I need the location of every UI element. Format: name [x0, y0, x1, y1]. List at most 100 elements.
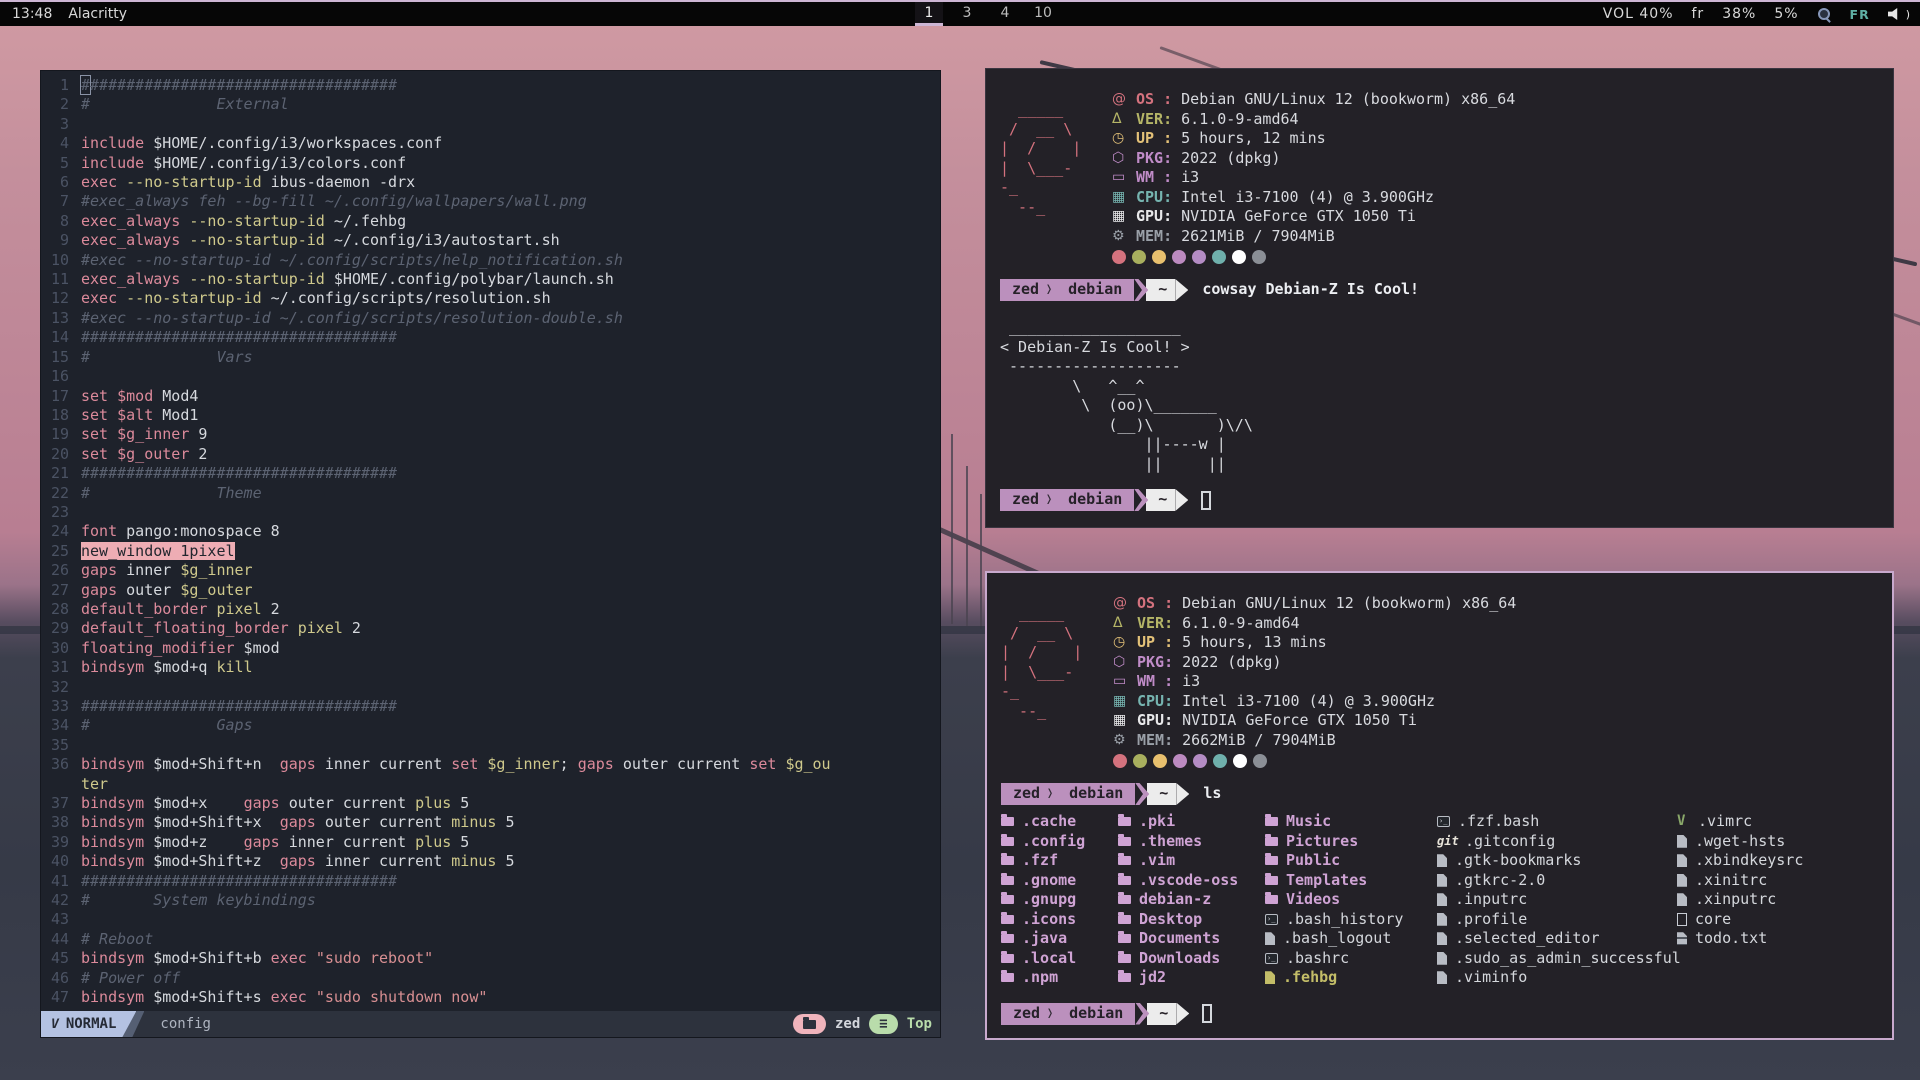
code-line-1[interactable]: 1################################### — [41, 76, 940, 95]
workspace-10[interactable]: 10 — [1029, 2, 1057, 26]
code-line-29[interactable]: 29default_floating_border pixel 2 — [41, 619, 940, 638]
code-line-23[interactable]: 23 — [41, 503, 940, 522]
ls-entry-name: .vimrc — [1698, 812, 1752, 832]
ls-entry-name: todo.txt — [1695, 929, 1767, 949]
code-line-35[interactable]: 35 — [41, 736, 940, 755]
code-line-31[interactable]: 31bindsym $mod+q kill — [41, 658, 940, 677]
code-line-25[interactable]: 25new_window 1pixel — [41, 542, 940, 561]
code-line-16[interactable]: 16 — [41, 367, 940, 386]
line-text: font pango:monospace 8 — [81, 522, 840, 541]
palette-dot — [1172, 250, 1186, 264]
terminal-window-bottom[interactable]: _____ / __ \ | / | | \___- -_ --_@OS : D… — [985, 571, 1894, 1040]
code-line-47[interactable]: 47bindsym $mod+Shift+s exec "sudo shutdo… — [41, 988, 940, 1007]
prompt-row-idle[interactable]: zeddebian~ — [1000, 488, 1893, 512]
code-line-44[interactable]: 44# Reboot — [41, 930, 940, 949]
code-line-12[interactable]: 12exec --no-startup-id ~/.config/scripts… — [41, 289, 940, 308]
line-text — [81, 115, 840, 134]
fetch-row-gpu: ▦GPU: NVIDIA GeForce GTX 1050 Ti — [1112, 207, 1515, 227]
code-line-22[interactable]: 22# Theme — [41, 484, 940, 503]
code-line-37[interactable]: 37bindsym $mod+x gaps outer current plus… — [41, 794, 940, 813]
code-line-34[interactable]: 34# Gaps — [41, 716, 940, 735]
prompt-row-idle[interactable]: zeddebian~ — [1001, 1002, 1892, 1026]
prompt-arrow-tip — [1176, 783, 1189, 805]
line-number: 18 — [41, 406, 81, 425]
line-number: 47 — [41, 988, 81, 1007]
gpu-icon: ▦ — [1112, 207, 1136, 227]
vim-icon: V — [1677, 812, 1690, 832]
line-text: ################################### — [81, 697, 840, 716]
mem-label: MEM: — [1137, 731, 1182, 751]
workspace-3[interactable]: 3 — [953, 2, 981, 26]
terminal-window-top[interactable]: _____ / __ \ | / | | \___- -_ --_@OS : D… — [985, 68, 1894, 528]
code-line-27[interactable]: 27gaps outer $g_outer — [41, 581, 940, 600]
mem-icon: ⚙ — [1113, 731, 1137, 751]
line-text: #exec_always feh --bg-fill ~/.config/wal… — [81, 192, 840, 211]
code-line-8[interactable]: 8exec_always --no-startup-id ~/.fehbg — [41, 212, 940, 231]
code-area[interactable]: 1###################################2# E… — [41, 71, 940, 1011]
code-line-7[interactable]: 7#exec_always feh --bg-fill ~/.config/wa… — [41, 192, 940, 211]
file-icon — [1677, 854, 1687, 867]
code-line-40[interactable]: 40bindsym $mod+Shift+z gaps inner curren… — [41, 852, 940, 871]
line-text: exec_always --no-startup-id $HOME/.confi… — [81, 270, 840, 289]
magnifier-tray-icon[interactable] — [1817, 7, 1832, 22]
editor-statusline: V NORMAL config zed ≡ Top — [41, 1011, 940, 1037]
code-line-21[interactable]: 21################################### — [41, 464, 940, 483]
ls-entry: .config — [1001, 832, 1118, 852]
ls-entry-name: .npm — [1022, 968, 1058, 988]
code-line-20[interactable]: 20set $g_outer 2 — [41, 445, 940, 464]
ls-entry-name: .vim — [1139, 851, 1175, 871]
code-line-38[interactable]: 38bindsym $mod+Shift+x gaps outer curren… — [41, 813, 940, 832]
code-line-45[interactable]: 45bindsym $mod+Shift+b exec "sudo reboot… — [41, 949, 940, 968]
code-line-24[interactable]: 24font pango:monospace 8 — [41, 522, 940, 541]
code-line-15[interactable]: 15# Vars — [41, 348, 940, 367]
workspace-4[interactable]: 4 — [991, 2, 1019, 26]
ls-entry: git.gitconfig — [1437, 832, 1677, 852]
ls-grid: .cache.config.fzf.gnome.gnupg.icons.java… — [1001, 812, 1892, 988]
fetch-row-wm: ▭WM : i3 — [1112, 168, 1515, 188]
speaker-icon[interactable] — [1888, 8, 1902, 21]
folder-pill — [793, 1014, 826, 1034]
line-text: exec --no-startup-id ~/.config/scripts/r… — [81, 289, 840, 308]
code-line-46[interactable]: 46# Power off — [41, 969, 940, 988]
code-line-26[interactable]: 26gaps inner $g_inner — [41, 561, 940, 580]
folder-icon — [1118, 876, 1131, 885]
prompt-host: debian — [1057, 1003, 1135, 1025]
code-line-18[interactable]: 18set $alt Mod1 — [41, 406, 940, 425]
ls-entry: .sudo_as_admin_successful — [1437, 949, 1677, 969]
code-line-5[interactable]: 5include $HOME/.config/i3/colors.conf — [41, 154, 940, 173]
code-line-28[interactable]: 28default_border pixel 2 — [41, 600, 940, 619]
code-line-2[interactable]: 2# External — [41, 95, 940, 114]
line-number: 3 — [41, 115, 81, 134]
line-text: include $HOME/.config/i3/workspaces.conf — [81, 134, 840, 153]
code-line-39[interactable]: 39bindsym $mod+z gaps inner current plus… — [41, 833, 940, 852]
ls-entry: .vscode-oss — [1118, 871, 1265, 891]
code-line-32[interactable]: 32 — [41, 678, 940, 697]
code-line-19[interactable]: 19set $g_inner 9 — [41, 425, 940, 444]
editor-window[interactable]: 1###################################2# E… — [40, 70, 941, 1038]
code-line-17[interactable]: 17set $mod Mod4 — [41, 387, 940, 406]
code-line-9[interactable]: 9exec_always --no-startup-id ~/.config/i… — [41, 231, 940, 250]
code-line-42[interactable]: 42# System keybindings — [41, 891, 940, 910]
code-line-33[interactable]: 33################################### — [41, 697, 940, 716]
code-line-14[interactable]: 14################################### — [41, 328, 940, 347]
code-line-11[interactable]: 11exec_always --no-startup-id $HOME/.con… — [41, 270, 940, 289]
ls-entry-name: Music — [1286, 812, 1331, 832]
code-line-3[interactable]: 3 — [41, 115, 940, 134]
file-icon — [1437, 874, 1447, 887]
code-line-43[interactable]: 43 — [41, 910, 940, 929]
code-line-13[interactable]: 13#exec --no-startup-id ~/.config/script… — [41, 309, 940, 328]
code-line-30[interactable]: 30floating_modifier $mod — [41, 639, 940, 658]
code-line-36[interactable]: 36bindsym $mod+Shift+n gaps inner curren… — [41, 755, 940, 794]
workspace-1[interactable]: 1 — [915, 2, 943, 26]
line-number: 39 — [41, 833, 81, 852]
prompt-chevron-icon — [1048, 783, 1057, 805]
ls-entry: .local — [1001, 949, 1118, 969]
code-line-10[interactable]: 10#exec --no-startup-id ~/.config/script… — [41, 251, 940, 270]
code-line-4[interactable]: 4include $HOME/.config/i3/workspaces.con… — [41, 134, 940, 153]
ls-entry: debian-z — [1118, 890, 1265, 910]
code-line-6[interactable]: 6exec --no-startup-id ibus-daemon -drx — [41, 173, 940, 192]
line-number: 38 — [41, 813, 81, 832]
clock: 13:48 — [12, 6, 52, 22]
code-line-41[interactable]: 41################################### — [41, 872, 940, 891]
keyboard-layout-indicator[interactable]: FR — [1850, 7, 1870, 22]
